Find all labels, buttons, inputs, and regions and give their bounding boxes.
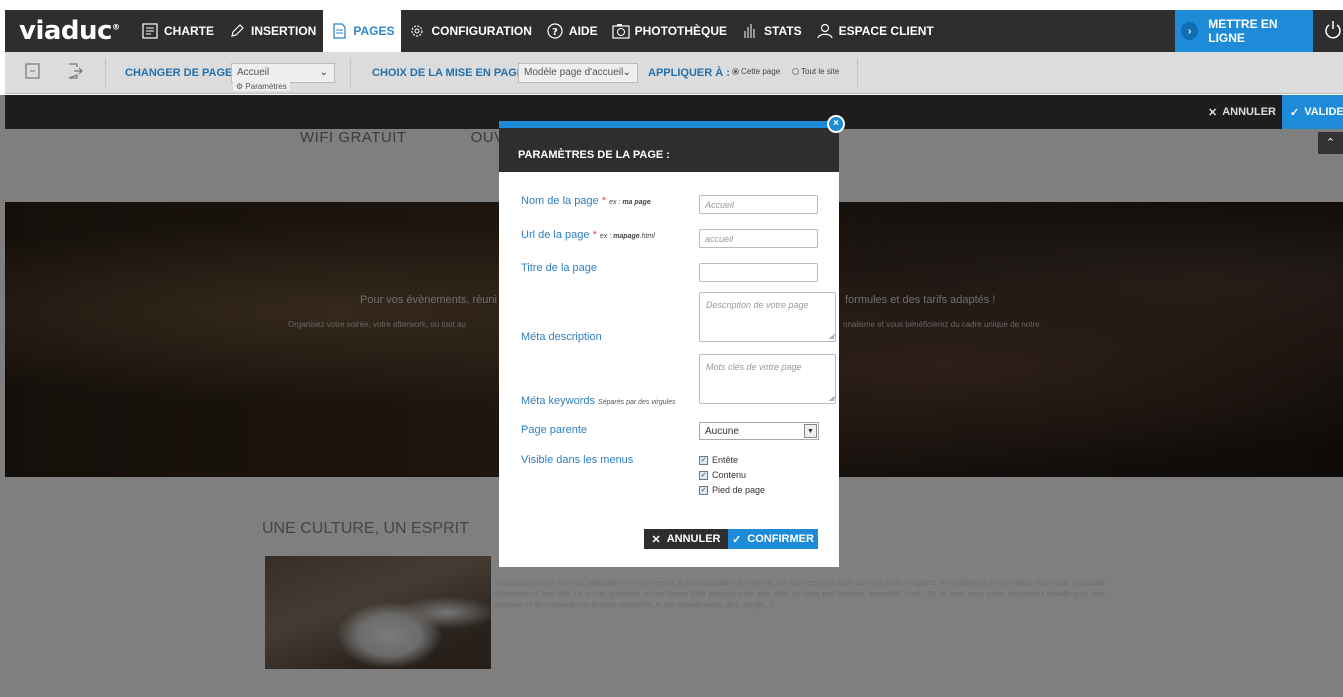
editbar-cancel-button[interactable]: ✕ ANNULER <box>1202 95 1282 129</box>
editbar-validate-button[interactable]: ✓VALIDER <box>1282 95 1343 129</box>
close-icon: ✕ <box>651 533 661 546</box>
meta-keywords-label: Méta keywords Séparés par des virgules <box>521 395 676 407</box>
nav-stats[interactable]: STATS <box>734 10 809 52</box>
radio-unselected <box>792 68 799 75</box>
visible-menus-label: Visible dans les menus <box>521 454 634 466</box>
page-settings-modal: PARAMÈTRES DE LA PAGE : × Nom de la page… <box>499 115 845 567</box>
apply-whole-site-radio[interactable]: Tout le site <box>792 67 839 76</box>
modal-cancel-button[interactable]: ✕ ANNULER <box>644 529 728 549</box>
page-title-input[interactable] <box>699 263 818 282</box>
user-icon <box>816 22 834 40</box>
check-icon: ✓ <box>1290 106 1300 119</box>
power-icon[interactable] <box>1323 20 1343 40</box>
camera-icon <box>611 22 630 40</box>
page-toolbar: CHANGER DE PAGE Accueil ⌄ ⚙ Paramètres C… <box>5 52 1343 94</box>
radio-selected <box>732 68 739 75</box>
checkbox-content[interactable]: ✓ Contenu <box>699 470 746 480</box>
meta-keywords-textarea[interactable]: Mots clés de votre page ◢ <box>699 354 836 404</box>
page-export-icon[interactable] <box>67 62 83 80</box>
layout-label: CHOIX DE LA MISE EN PAGE <box>372 67 525 79</box>
page-name-label: Nom de la page * ex : ma page <box>521 195 651 207</box>
dropdown-arrow-icon: ▼ <box>804 424 817 438</box>
gear-icon: ⚙ <box>236 82 244 91</box>
stats-icon <box>741 22 759 40</box>
help-icon: ? <box>546 22 564 40</box>
meta-description-label: Méta description <box>521 331 602 343</box>
change-page-label: CHANGER DE PAGE <box>125 67 233 79</box>
nav-configuration[interactable]: CONFIGURATION <box>401 10 538 52</box>
meta-description-textarea[interactable]: Description de votre page ◢ <box>699 292 836 342</box>
nav-phototheque[interactable]: PHOTOTHÈQUE <box>605 10 734 52</box>
svg-text:?: ? <box>552 27 558 38</box>
page-url-input[interactable]: accueil <box>699 229 818 248</box>
page-title-label: Titre de la page <box>521 262 598 274</box>
publish-button[interactable]: › METTRE EN LIGNE <box>1175 10 1313 52</box>
page-url-label: Url de la page * ex : mapage.html <box>521 229 655 241</box>
nav-aide[interactable]: ? AIDE <box>539 10 605 52</box>
nav-insertion[interactable]: INSERTION <box>221 10 323 52</box>
arrow-right-icon: › <box>1181 22 1199 40</box>
apply-label: APPLIQUER À : <box>648 67 730 79</box>
pages-icon <box>330 22 348 40</box>
layout-select[interactable]: Modèle page d'accueil ⌄ <box>518 63 638 83</box>
collapse-up-button[interactable]: ⌃ <box>1318 132 1343 154</box>
page-params-link[interactable]: ⚙ Paramètres <box>233 82 290 91</box>
nav-pages[interactable]: PAGES <box>323 10 402 52</box>
viaduc-logo[interactable]: viaduc® <box>19 16 134 46</box>
checkbox-header[interactable]: ✓ Entête <box>699 455 738 465</box>
resize-grip-icon[interactable]: ◢ <box>829 332 834 340</box>
page-select[interactable]: Accueil ⌄ <box>231 63 335 83</box>
resize-grip-icon[interactable]: ◢ <box>829 394 834 402</box>
chevron-up-icon: ⌃ <box>1325 137 1336 149</box>
top-nav: viaduc® CHARTE INSERTION PAGES CONFIGURA… <box>5 10 1343 52</box>
modal-confirm-button[interactable]: ✓ CONFIRMER <box>728 529 818 549</box>
modal-close-button[interactable]: × <box>827 115 845 133</box>
nav-charte[interactable]: CHARTE <box>134 10 221 52</box>
parent-page-label: Page parente <box>521 424 588 436</box>
chevron-down-icon: ⌄ <box>319 67 328 78</box>
nav-espace-client[interactable]: ESPACE CLIENT <box>809 10 941 52</box>
modal-title: PARAMÈTRES DE LA PAGE : <box>499 128 839 172</box>
charte-icon <box>141 22 159 40</box>
checkbox-checked-icon: ✓ <box>699 455 708 465</box>
parent-page-select[interactable]: Aucune ▼ <box>699 422 819 440</box>
apply-this-page-radio[interactable]: Cette page <box>732 67 780 76</box>
checkbox-footer[interactable]: ✓ Pied de page <box>699 485 765 495</box>
page-name-input[interactable]: Accueil <box>699 195 818 214</box>
checkbox-checked-icon: ✓ <box>699 470 708 480</box>
close-icon: × <box>833 118 839 129</box>
modal-accent-bar <box>499 121 839 128</box>
checkbox-checked-icon: ✓ <box>699 485 708 495</box>
page-add-icon[interactable] <box>25 62 41 80</box>
pencil-icon <box>228 22 246 40</box>
check-icon: ✓ <box>732 533 742 546</box>
close-icon: ✕ <box>1208 106 1218 119</box>
gear-icon <box>408 22 426 40</box>
chevron-down-icon: ⌄ <box>622 67 631 78</box>
